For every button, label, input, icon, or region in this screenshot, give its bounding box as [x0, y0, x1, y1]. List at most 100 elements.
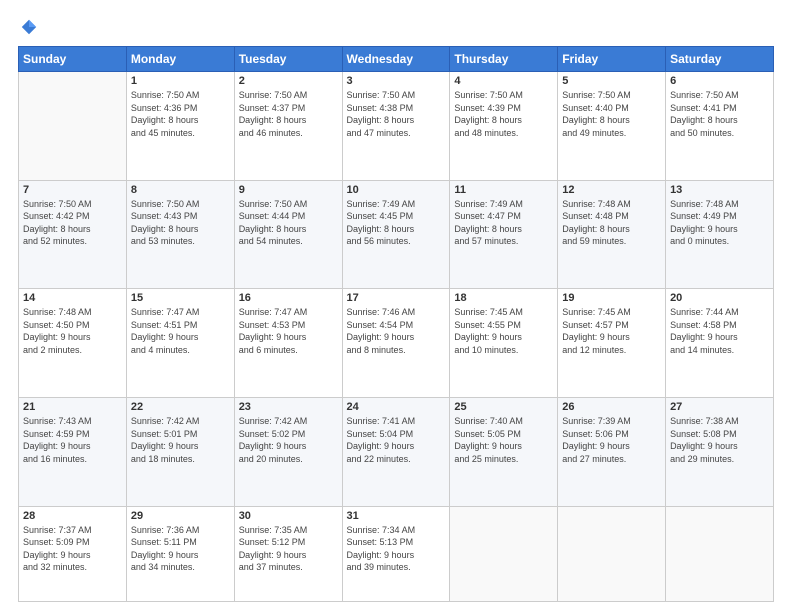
day-number: 9 — [239, 184, 338, 196]
day-number: 2 — [239, 75, 338, 87]
calendar-day-cell: 31 Sunrise: 7:34 AMSunset: 5:13 PMDayligh… — [342, 506, 450, 601]
day-info: Sunrise: 7:50 AMSunset: 4:40 PMDaylight:… — [562, 89, 661, 139]
day-info: Sunrise: 7:50 AMSunset: 4:42 PMDaylight:… — [23, 198, 122, 248]
calendar-day-cell: 23Sunrise: 7:42 AMSunset: 5:02 PMDayligh… — [234, 397, 342, 506]
calendar-table: SundayMondayTuesdayWednesdayThursdayFrid… — [18, 46, 774, 602]
day-info: Sunrise: 7:48 AMSunset: 4:48 PMDaylight:… — [562, 198, 661, 248]
day-number: 18 — [454, 292, 553, 304]
day-info: Sunrise: 7:45 AMSunset: 4:57 PMDaylight:… — [562, 306, 661, 356]
calendar-day-cell: 5 Sunrise: 7:50 AMSunset: 4:40 PMDaylight… — [558, 72, 666, 181]
day-info: Sunrise: 7:49 AMSunset: 4:47 PMDaylight:… — [454, 198, 553, 248]
day-info: Sunrise: 7:41 AMSunset: 5:04 PMDaylight:… — [347, 415, 446, 465]
calendar-day-cell: 11 Sunrise: 7:49 AMSunset: 4:47 PMDayligh… — [450, 180, 558, 289]
calendar-day-cell: 10 Sunrise: 7:49 AMSunset: 4:45 PMDayligh… — [342, 180, 450, 289]
calendar-day-cell: 9 Sunrise: 7:50 AMSunset: 4:44 PMDaylight… — [234, 180, 342, 289]
calendar-day-cell: 6 Sunrise: 7:50 AMSunset: 4:41 PMDaylight… — [666, 72, 774, 181]
day-info: Sunrise: 7:36 AMSunset: 5:11 PMDaylight:… — [131, 524, 230, 574]
day-number: 5 — [562, 75, 661, 87]
calendar-day-cell: 22Sunrise: 7:42 AMSunset: 5:01 PMDayligh… — [126, 397, 234, 506]
day-info: Sunrise: 7:47 AMSunset: 4:51 PMDaylight:… — [131, 306, 230, 356]
weekday-header: Sunday — [19, 47, 127, 72]
calendar-week-row: 7 Sunrise: 7:50 AMSunset: 4:42 PMDaylight… — [19, 180, 774, 289]
day-number: 26 — [562, 401, 661, 413]
weekday-header: Saturday — [666, 47, 774, 72]
calendar-day-cell: 18 Sunrise: 7:45 AMSunset: 4:55 PMDayligh… — [450, 289, 558, 398]
calendar-day-cell: 28 Sunrise: 7:37 AMSunset: 5:09 PMDayligh… — [19, 506, 127, 601]
day-number: 12 — [562, 184, 661, 196]
day-number: 8 — [131, 184, 230, 196]
day-info: Sunrise: 7:38 AMSunset: 5:08 PMDaylight:… — [670, 415, 769, 465]
day-number: 29 — [131, 510, 230, 522]
day-number: 22 — [131, 401, 230, 413]
day-info: Sunrise: 7:50 AMSunset: 4:43 PMDaylight:… — [131, 198, 230, 248]
calendar-day-cell: 24Sunrise: 7:41 AMSunset: 5:04 PMDayligh… — [342, 397, 450, 506]
calendar-day-cell: 14 Sunrise: 7:48 AMSunset: 4:50 PMDayligh… — [19, 289, 127, 398]
calendar-day-cell: 21 Sunrise: 7:43 AMSunset: 4:59 PMDayligh… — [19, 397, 127, 506]
day-info: Sunrise: 7:47 AMSunset: 4:53 PMDaylight:… — [239, 306, 338, 356]
calendar-day-cell: 8 Sunrise: 7:50 AMSunset: 4:43 PMDaylight… — [126, 180, 234, 289]
calendar-day-cell: 25 Sunrise: 7:40 AMSunset: 5:05 PMDayligh… — [450, 397, 558, 506]
logo — [18, 18, 38, 36]
calendar-day-cell: 13 Sunrise: 7:48 AMSunset: 4:49 PMDayligh… — [666, 180, 774, 289]
day-number: 16 — [239, 292, 338, 304]
day-number: 27 — [670, 401, 769, 413]
calendar-day-cell: 15 Sunrise: 7:47 AMSunset: 4:51 PMDayligh… — [126, 289, 234, 398]
calendar-day-cell: 2 Sunrise: 7:50 AMSunset: 4:37 PMDaylight… — [234, 72, 342, 181]
day-info: Sunrise: 7:43 AMSunset: 4:59 PMDaylight:… — [23, 415, 122, 465]
day-info: Sunrise: 7:39 AMSunset: 5:06 PMDaylight:… — [562, 415, 661, 465]
day-info: Sunrise: 7:50 AMSunset: 4:44 PMDaylight:… — [239, 198, 338, 248]
day-number: 25 — [454, 401, 553, 413]
calendar-week-row: 14 Sunrise: 7:48 AMSunset: 4:50 PMDayligh… — [19, 289, 774, 398]
calendar-day-cell: 7 Sunrise: 7:50 AMSunset: 4:42 PMDaylight… — [19, 180, 127, 289]
day-info: Sunrise: 7:50 AMSunset: 4:39 PMDaylight:… — [454, 89, 553, 139]
calendar-day-cell: 20Sunrise: 7:44 AMSunset: 4:58 PMDayligh… — [666, 289, 774, 398]
weekday-header: Thursday — [450, 47, 558, 72]
weekday-header: Tuesday — [234, 47, 342, 72]
day-number: 19 — [562, 292, 661, 304]
day-info: Sunrise: 7:35 AMSunset: 5:12 PMDaylight:… — [239, 524, 338, 574]
calendar-week-row: 28 Sunrise: 7:37 AMSunset: 5:09 PMDayligh… — [19, 506, 774, 601]
day-number: 17 — [347, 292, 446, 304]
day-info: Sunrise: 7:44 AMSunset: 4:58 PMDaylight:… — [670, 306, 769, 356]
day-info: Sunrise: 7:40 AMSunset: 5:05 PMDaylight:… — [454, 415, 553, 465]
day-number: 13 — [670, 184, 769, 196]
page: SundayMondayTuesdayWednesdayThursdayFrid… — [0, 0, 792, 612]
day-info: Sunrise: 7:37 AMSunset: 5:09 PMDaylight:… — [23, 524, 122, 574]
calendar-day-cell: 4Sunrise: 7:50 AMSunset: 4:39 PMDaylight… — [450, 72, 558, 181]
day-number: 30 — [239, 510, 338, 522]
calendar-day-cell: 16 Sunrise: 7:47 AMSunset: 4:53 PMDayligh… — [234, 289, 342, 398]
day-number: 23 — [239, 401, 338, 413]
day-number: 11 — [454, 184, 553, 196]
calendar-day-cell: 27 Sunrise: 7:38 AMSunset: 5:08 PMDayligh… — [666, 397, 774, 506]
calendar-day-cell: 26 Sunrise: 7:39 AMSunset: 5:06 PMDayligh… — [558, 397, 666, 506]
day-number: 15 — [131, 292, 230, 304]
calendar-day-cell — [450, 506, 558, 601]
calendar-day-cell: 17 Sunrise: 7:46 AMSunset: 4:54 PMDayligh… — [342, 289, 450, 398]
day-number: 7 — [23, 184, 122, 196]
calendar-day-cell — [19, 72, 127, 181]
day-info: Sunrise: 7:50 AMSunset: 4:41 PMDaylight:… — [670, 89, 769, 139]
calendar-day-cell — [666, 506, 774, 601]
day-number: 3 — [347, 75, 446, 87]
day-info: Sunrise: 7:45 AMSunset: 4:55 PMDaylight:… — [454, 306, 553, 356]
calendar-week-row: 1Sunrise: 7:50 AMSunset: 4:36 PMDaylight… — [19, 72, 774, 181]
day-info: Sunrise: 7:50 AMSunset: 4:36 PMDaylight:… — [131, 89, 230, 139]
calendar-week-row: 21 Sunrise: 7:43 AMSunset: 4:59 PMDayligh… — [19, 397, 774, 506]
day-info: Sunrise: 7:34 AMSunset: 5:13 PMDaylight:… — [347, 524, 446, 574]
calendar-day-cell: 19 Sunrise: 7:45 AMSunset: 4:57 PMDayligh… — [558, 289, 666, 398]
calendar-day-cell: 3Sunrise: 7:50 AMSunset: 4:38 PMDaylight… — [342, 72, 450, 181]
day-number: 31 — [347, 510, 446, 522]
calendar-header-row: SundayMondayTuesdayWednesdayThursdayFrid… — [19, 47, 774, 72]
day-info: Sunrise: 7:46 AMSunset: 4:54 PMDaylight:… — [347, 306, 446, 356]
weekday-header: Wednesday — [342, 47, 450, 72]
day-number: 28 — [23, 510, 122, 522]
day-number: 10 — [347, 184, 446, 196]
day-info: Sunrise: 7:48 AMSunset: 4:49 PMDaylight:… — [670, 198, 769, 248]
calendar-day-cell — [558, 506, 666, 601]
day-number: 14 — [23, 292, 122, 304]
day-number: 21 — [23, 401, 122, 413]
day-number: 6 — [670, 75, 769, 87]
day-info: Sunrise: 7:49 AMSunset: 4:45 PMDaylight:… — [347, 198, 446, 248]
day-info: Sunrise: 7:48 AMSunset: 4:50 PMDaylight:… — [23, 306, 122, 356]
day-info: Sunrise: 7:50 AMSunset: 4:37 PMDaylight:… — [239, 89, 338, 139]
